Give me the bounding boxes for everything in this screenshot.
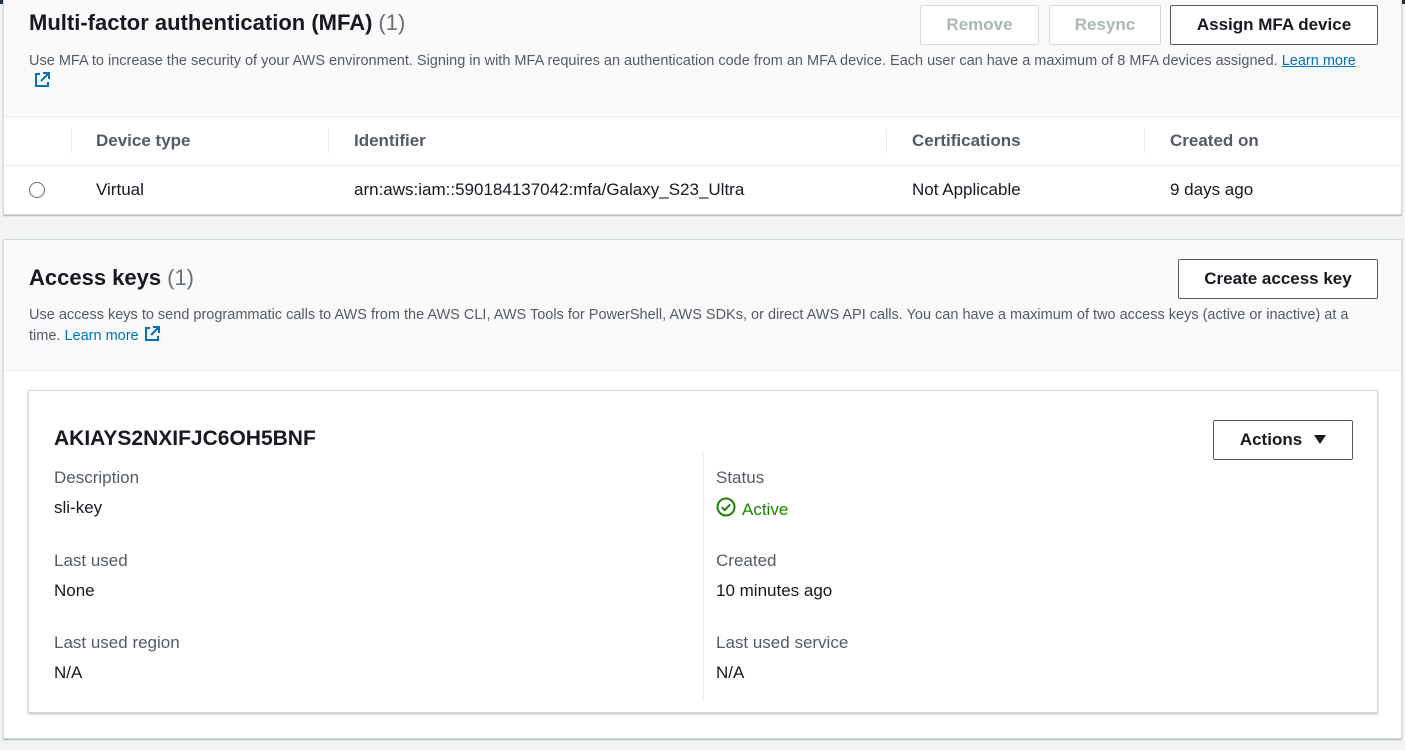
mfa-description-text: Use MFA to increase the security of your… — [29, 53, 1278, 69]
cell-device-type: Virtual — [96, 180, 144, 199]
access-keys-panel: Access keys (1) Create access key Use acc… — [3, 239, 1402, 739]
access-key-id: AKIAYS2NXIFJC6OH5BNF — [54, 427, 316, 450]
mfa-panel-header: Multi-factor authentication (MFA) (1) Rem… — [4, 0, 1401, 117]
description-value: sli-key — [54, 498, 103, 517]
mfa-title-text: Multi-factor authentication (MFA) — [29, 10, 373, 35]
column-divider — [703, 453, 704, 701]
access-keys-title: Access keys (1) — [29, 265, 194, 291]
column-divider — [1144, 129, 1145, 153]
mfa-panel: Multi-factor authentication (MFA) (1) Rem… — [3, 0, 1402, 215]
cell-certifications: Not Applicable — [912, 180, 1021, 199]
row-select-radio[interactable] — [29, 182, 45, 198]
last-used-service-label: Last used service — [716, 633, 849, 652]
mfa-count: (1) — [378, 10, 406, 35]
access-keys-count: (1) — [167, 265, 195, 290]
created-label: Created — [716, 551, 777, 570]
mfa-description: Use MFA to increase the security of your… — [29, 51, 1376, 95]
mfa-learn-more-text: Learn more — [1281, 53, 1356, 69]
external-link-icon — [33, 71, 51, 95]
status-value: Active — [716, 497, 788, 522]
check-circle-icon — [716, 497, 736, 522]
status-text: Active — [742, 499, 789, 519]
create-access-key-button[interactable]: Create access key — [1178, 259, 1378, 299]
assign-mfa-device-button[interactable]: Assign MFA device — [1170, 5, 1378, 45]
access-key-card: AKIAYS2NXIFJC6OH5BNF Actions Description… — [28, 390, 1378, 713]
column-header-certifications[interactable]: Certifications — [912, 117, 1021, 165]
column-header-identifier[interactable]: Identifier — [354, 117, 426, 165]
column-header-created-on[interactable]: Created on — [1170, 117, 1259, 165]
resync-mfa-button[interactable]: Resync — [1049, 5, 1161, 45]
cell-created-on: 9 days ago — [1170, 180, 1254, 199]
caret-down-icon — [1314, 430, 1327, 450]
column-divider — [886, 129, 887, 153]
created-value: 10 minutes ago — [716, 581, 833, 600]
access-keys-title-text: Access keys — [29, 265, 162, 290]
mfa-table-header: Device type Identifier Certifications Cr… — [4, 117, 1401, 166]
actions-dropdown-button[interactable]: Actions — [1213, 420, 1353, 460]
external-link-icon — [143, 325, 161, 349]
last-used-region-value: N/A — [54, 663, 83, 682]
access-keys-description: Use access keys to send programmatic cal… — [29, 305, 1376, 349]
access-keys-description-text: Use access keys to send programmatic cal… — [29, 307, 1349, 344]
access-keys-panel-header: Access keys (1) Create access key Use acc… — [4, 240, 1401, 371]
column-divider — [71, 129, 72, 153]
mfa-title: Multi-factor authentication (MFA) (1) — [29, 10, 405, 36]
last-used-label: Last used — [54, 551, 128, 570]
actions-label: Actions — [1239, 430, 1303, 449]
column-divider — [328, 129, 329, 153]
description-label: Description — [54, 468, 140, 487]
access-keys-learn-more-text: Learn more — [64, 328, 139, 344]
cell-identifier: arn:aws:iam::590184137042:mfa/Galaxy_S23… — [354, 180, 745, 199]
status-label: Status — [716, 468, 765, 487]
last-used-service-value: N/A — [716, 663, 745, 682]
last-used-value: None — [54, 581, 95, 600]
column-header-device-type[interactable]: Device type — [96, 117, 191, 165]
last-used-region-label: Last used region — [54, 633, 180, 652]
remove-mfa-button[interactable]: Remove — [920, 5, 1039, 45]
access-keys-learn-more-link[interactable]: Learn more — [64, 326, 160, 344]
table-row[interactable]: Virtual arn:aws:iam::590184137042:mfa/Ga… — [4, 166, 1401, 214]
row-select-cell — [29, 166, 45, 214]
